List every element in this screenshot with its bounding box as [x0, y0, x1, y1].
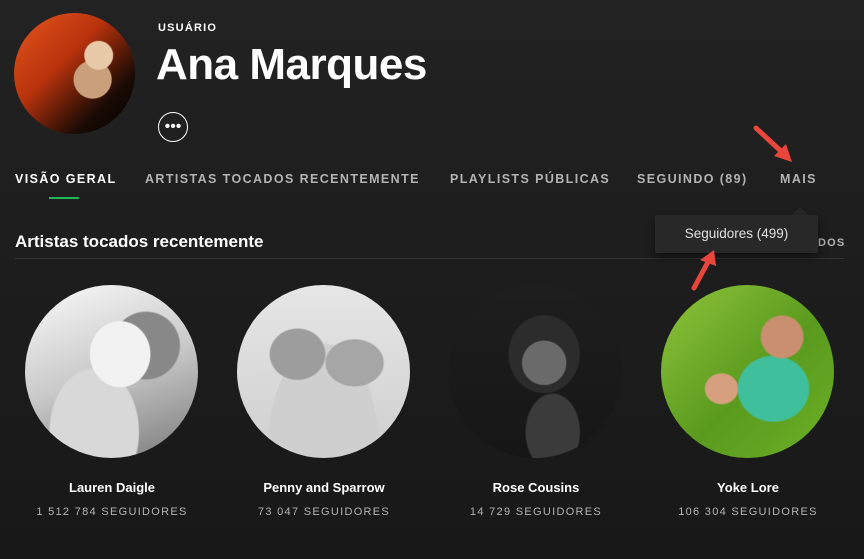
artist-image [25, 285, 198, 458]
artist-followers: 73 047 SEGUIDORES [257, 506, 391, 518]
annotation-arrow-icon [753, 125, 792, 162]
artist-name: Rose Cousins [492, 480, 580, 495]
section-title: Artistas tocados recentemente [15, 232, 264, 251]
more-options-icon: ••• [164, 118, 182, 135]
artist-image [449, 285, 622, 458]
tab-artistas-tocados[interactable]: ARTISTAS TOCADOS RECENTEMENTE [145, 172, 420, 186]
section-see-all-link[interactable]: DOS [818, 237, 845, 249]
profile-avatar [14, 13, 135, 134]
tab-playlists-publicas[interactable]: PLAYLISTS PÚBLICAS [450, 172, 610, 186]
artist-followers: 14 729 SEGUIDORES [469, 506, 603, 518]
artist-image [661, 285, 834, 458]
profile-type-label: USUÁRIO [158, 22, 218, 34]
artist-followers: 106 304 SEGUIDORES [678, 506, 818, 518]
annotation-arrow-icon [691, 250, 716, 291]
dropdown-caret [792, 207, 808, 215]
artist-image [237, 285, 410, 458]
tab-seguindo[interactable]: SEGUINDO (89) [637, 172, 748, 186]
tab-visao-geral[interactable]: VISÃO GERAL [15, 172, 117, 186]
artist-card[interactable]: Lauren Daigle 1 512 784 SEGUIDORES [25, 285, 199, 525]
artist-card[interactable]: Rose Cousins 14 729 SEGUIDORES [449, 285, 623, 525]
artist-followers: 1 512 784 SEGUIDORES [36, 506, 188, 518]
artist-name: Yoke Lore [717, 480, 779, 495]
profile-tabs: VISÃO GERAL ARTISTAS TOCADOS RECENTEMENT… [0, 172, 864, 202]
artist-card[interactable]: Penny and Sparrow 73 047 SEGUIDORES [237, 285, 411, 525]
dropdown-item-seguidores[interactable]: Seguidores (499) [655, 215, 818, 253]
active-tab-indicator [49, 197, 79, 199]
artist-name: Penny and Sparrow [263, 480, 385, 495]
mais-dropdown-menu: Seguidores (499) [655, 215, 818, 253]
more-options-button[interactable]: ••• [158, 112, 188, 142]
artist-name: Lauren Daigle [69, 480, 155, 495]
artist-card[interactable]: Yoke Lore 106 304 SEGUIDORES [661, 285, 835, 525]
tab-mais[interactable]: MAIS [780, 172, 817, 186]
profile-name: Ana Marques [156, 40, 427, 89]
